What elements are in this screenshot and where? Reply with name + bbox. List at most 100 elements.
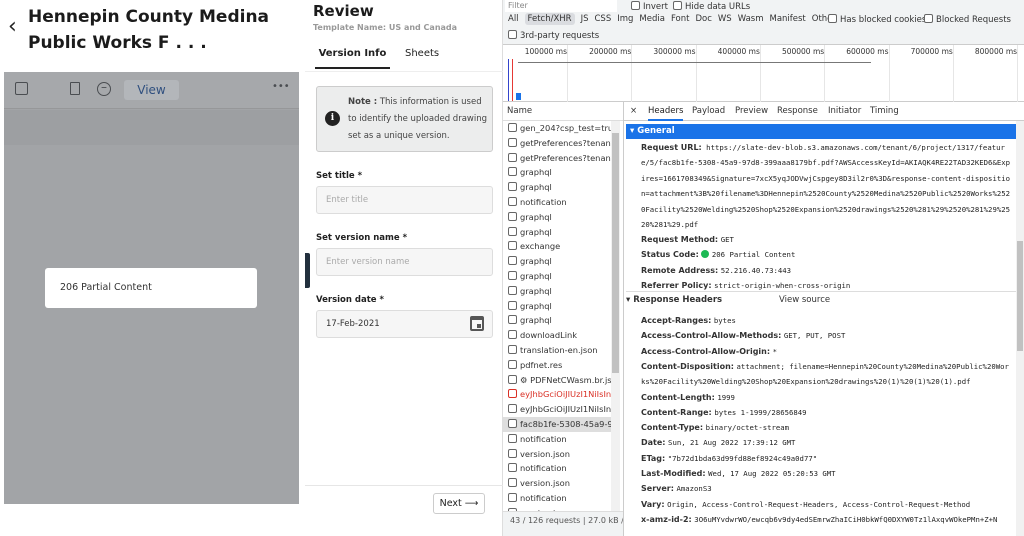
type-font[interactable]: Font: [671, 14, 690, 24]
pdf-viewer[interactable]: – View ••• 206 Partial Content: [4, 72, 299, 504]
filter-input[interactable]: Filter: [505, 0, 617, 12]
tab-preview[interactable]: Preview: [735, 106, 768, 116]
sidebar-toggle-icon[interactable]: [15, 82, 28, 95]
detail-scrollbar[interactable]: [1016, 121, 1024, 536]
request-checkbox[interactable]: [508, 182, 517, 192]
tab-headers[interactable]: Headers: [648, 106, 684, 121]
request-checkbox[interactable]: [508, 167, 517, 177]
hide-data-urls-checkbox[interactable]: Hide data URLs: [673, 1, 750, 13]
more-options-icon[interactable]: •••: [272, 81, 290, 92]
request-row[interactable]: version.json: [503, 447, 611, 462]
invert-checkbox[interactable]: Invert: [631, 1, 668, 13]
request-row[interactable]: notification: [503, 491, 611, 506]
scrollbar-thumb[interactable]: [1017, 241, 1023, 351]
request-row[interactable]: pdfnet.res: [503, 358, 611, 373]
request-row[interactable]: getPreferences?tenantId: [503, 151, 611, 166]
request-row[interactable]: getPreferences?tenantId: [503, 136, 611, 151]
request-row[interactable]: notification: [503, 195, 611, 210]
request-checkbox[interactable]: [508, 226, 517, 236]
request-row[interactable]: downloadLink: [503, 328, 611, 343]
request-row[interactable]: graphql: [503, 313, 611, 328]
has-blocked-cookies-checkbox[interactable]: Has blocked cookies: [828, 14, 926, 25]
zoom-out-icon[interactable]: –: [97, 81, 111, 96]
tab-timing[interactable]: Timing: [870, 106, 899, 116]
request-checkbox[interactable]: [508, 137, 517, 147]
version-date-input[interactable]: 17-Feb-2021: [316, 310, 493, 338]
request-checkbox[interactable]: [508, 196, 517, 206]
request-row[interactable]: notification: [503, 432, 611, 447]
type-all[interactable]: All: [508, 14, 519, 24]
request-row[interactable]: eyJhbGciOiJIUzI1NiIsInR: [503, 387, 611, 402]
request-checkbox[interactable]: [508, 241, 517, 251]
close-icon[interactable]: ×: [630, 106, 637, 116]
tab-payload[interactable]: Payload: [692, 106, 725, 116]
request-row[interactable]: notification: [503, 461, 611, 476]
request-checkbox[interactable]: [508, 404, 517, 414]
request-checkbox[interactable]: [508, 256, 517, 266]
request-checkbox[interactable]: [508, 433, 517, 443]
calendar-icon[interactable]: [470, 316, 484, 331]
request-checkbox[interactable]: [508, 418, 517, 428]
request-row[interactable]: graphql: [503, 180, 611, 195]
type-js[interactable]: JS: [581, 14, 589, 24]
title-input[interactable]: Enter title: [316, 186, 493, 214]
request-checkbox[interactable]: [508, 285, 517, 295]
tab-version-info[interactable]: Version Info: [315, 48, 390, 69]
request-row[interactable]: graphql: [503, 165, 611, 180]
back-button[interactable]: ‹: [8, 14, 17, 39]
type-wasm[interactable]: Wasm: [738, 14, 764, 24]
request-row[interactable]: exchange: [503, 239, 611, 254]
request-row[interactable]: graphql: [503, 269, 611, 284]
resize-handle[interactable]: [305, 253, 310, 288]
request-checkbox[interactable]: [508, 374, 517, 384]
network-timeline[interactable]: 100000 ms 200000 ms 300000 ms 400000 ms 5000…: [503, 44, 1024, 102]
type-css[interactable]: CSS: [595, 14, 612, 24]
request-row[interactable]: fac8b1fe-5308-45a9-97...: [503, 416, 611, 432]
request-row[interactable]: graphql: [503, 299, 611, 314]
type-ws[interactable]: WS: [718, 14, 732, 24]
type-img[interactable]: Img: [617, 14, 633, 24]
general-section-header[interactable]: ▾ General: [626, 124, 1016, 139]
scrollbar-thumb[interactable]: [612, 133, 619, 373]
next-button[interactable]: Next ⟶: [433, 493, 485, 514]
request-checkbox[interactable]: [508, 330, 517, 340]
request-checkbox[interactable]: [508, 300, 517, 310]
request-row[interactable]: version.json: [503, 476, 611, 491]
tab-sheets[interactable]: Sheets: [405, 48, 439, 67]
view-button[interactable]: View: [124, 80, 179, 100]
version-name-input[interactable]: Enter version name: [316, 248, 493, 276]
tab-response[interactable]: Response: [777, 106, 818, 116]
request-row[interactable]: eyJhbGciOiJIUzI1NiIsInR: [503, 402, 611, 417]
type-fetch-xhr[interactable]: Fetch/XHR: [524, 13, 575, 25]
request-row[interactable]: ⚙ PDFNetCWasm.br.js...: [503, 373, 611, 388]
request-checkbox[interactable]: [508, 211, 517, 221]
request-checkbox[interactable]: [508, 492, 517, 502]
response-headers-header[interactable]: ▾ Response Headers: [626, 295, 722, 305]
name-column-header[interactable]: Name: [503, 102, 623, 121]
request-checkbox[interactable]: [508, 123, 517, 132]
tab-initiator[interactable]: Initiator: [828, 106, 861, 116]
request-checkbox[interactable]: [508, 448, 517, 458]
type-manifest[interactable]: Manifest: [769, 14, 805, 24]
request-row[interactable]: graphql: [503, 284, 611, 299]
type-doc[interactable]: Doc: [695, 14, 711, 24]
type-media[interactable]: Media: [639, 14, 665, 24]
blocked-requests-checkbox[interactable]: Blocked Requests: [924, 14, 1011, 25]
request-row[interactable]: graphql: [503, 254, 611, 269]
third-party-checkbox[interactable]: 3rd-party requests: [508, 30, 599, 41]
request-row[interactable]: graphql: [503, 210, 611, 225]
request-checkbox[interactable]: [508, 344, 517, 354]
request-row[interactable]: graphql: [503, 225, 611, 240]
request-list-scrollbar[interactable]: [611, 121, 620, 511]
request-checkbox[interactable]: [508, 389, 517, 399]
request-row[interactable]: translation-en.json: [503, 343, 611, 358]
page-settings-icon[interactable]: [70, 82, 80, 95]
request-checkbox[interactable]: [508, 152, 517, 162]
request-checkbox[interactable]: [508, 270, 517, 280]
request-row[interactable]: gen_204?csp_test=true: [503, 121, 611, 136]
view-source-link[interactable]: View source: [779, 295, 830, 305]
request-checkbox[interactable]: [508, 463, 517, 473]
request-checkbox[interactable]: [508, 315, 517, 325]
request-checkbox[interactable]: [508, 478, 517, 488]
request-checkbox[interactable]: [508, 359, 517, 369]
